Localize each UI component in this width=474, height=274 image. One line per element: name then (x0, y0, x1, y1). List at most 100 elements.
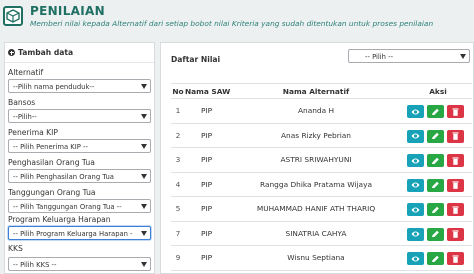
add-data-title: Tambah data (18, 48, 74, 57)
table-row: 1 PIP Ananda H (171, 99, 472, 124)
select-kks-value: -- Pilih KKS -- (13, 260, 57, 269)
score-list-panel: Daftar Nilai -- Pilih -- No Nama SAW Nam… (160, 42, 474, 274)
row-alternative-name: Ananda H (297, 106, 335, 115)
chevron-down-icon (141, 114, 147, 119)
page-header: PENILAIAN Memberi nilai kepada Alternati… (0, 0, 474, 36)
chevron-down-icon (460, 54, 466, 59)
add-data-panel: Tambah data Alternatif --Pilih nama pend… (4, 42, 155, 274)
table-row: 4 PIP Rangga Dhika Pratama Wijaya (171, 173, 472, 197)
column-header-alternatif: Nama Alternatif (282, 87, 350, 96)
row-actions (407, 154, 469, 167)
chevron-down-icon (141, 262, 147, 267)
row-saw-name: PIP (200, 106, 213, 115)
row-saw-name: PIP (200, 155, 213, 164)
delete-button[interactable] (447, 178, 464, 192)
select-bansos[interactable]: --Pilih-- (8, 109, 151, 123)
row-actions (407, 105, 469, 118)
edit-button[interactable] (427, 105, 444, 118)
chevron-down-icon (141, 174, 147, 179)
label-bansos: Bansos (8, 98, 36, 107)
chevron-down-icon (141, 84, 147, 89)
column-header-aksi: Aksi (429, 87, 447, 96)
column-header-saw: Nama SAW (185, 87, 231, 96)
table-row: 7 PIP SINATRIA CAHYA (171, 222, 472, 246)
row-saw-name: PIP (200, 179, 213, 189)
view-button[interactable] (407, 154, 424, 167)
row-alternative-name: SINATRIA CAHYA (285, 228, 347, 238)
table-row: 3 PIP ASTRI SRIWAHYUNI (171, 148, 472, 173)
label-penghasilan: Penghasilan Orang Tua (8, 158, 95, 167)
score-filter-value: -- Pilih -- (365, 52, 394, 61)
chevron-down-icon (141, 144, 147, 149)
select-bansos-value: --Pilih-- (13, 112, 37, 121)
label-penerima-kip: Penerima KIP (8, 128, 58, 137)
table-row: 5 PIP MUHAMMAD HANIF ATH THARIQ (171, 197, 472, 222)
view-button[interactable] (407, 178, 424, 192)
page-title: PENILAIAN (30, 4, 105, 18)
select-kks[interactable]: -- Pilih KKS -- (8, 257, 151, 271)
label-pkh: Program Keluarga Harapan (8, 215, 111, 224)
select-penerima-kip[interactable]: -- Pilih Penerima KIP -- (8, 139, 151, 153)
table-header-row: No Nama SAW Nama Alternatif Aksi (171, 83, 472, 99)
row-actions (407, 203, 469, 216)
plus-circle-icon (8, 49, 15, 56)
edit-button[interactable] (427, 252, 444, 265)
row-alternative-name: MUHAMMAD HANIF ATH THARIQ (256, 204, 376, 213)
page-subtitle: Memberi nilai kepada Alternatif dari set… (30, 19, 434, 28)
view-button[interactable] (407, 105, 424, 118)
row-number: 3 (175, 155, 181, 164)
label-kks: KKS (8, 244, 23, 253)
delete-button[interactable] (447, 203, 464, 216)
select-tanggungan-value: -- Pilih Tanggungan Orang Tua -- (13, 202, 122, 211)
view-button[interactable] (407, 129, 424, 143)
row-alternative-name: Wisnu Septiana (287, 253, 345, 262)
select-alternatif-value: --Pilih nama penduduk-- (13, 82, 95, 91)
score-list-title: Daftar Nilai (171, 55, 221, 64)
chevron-down-icon (141, 231, 147, 236)
chevron-down-icon (141, 204, 147, 209)
row-saw-name: PIP (200, 130, 213, 140)
select-tanggungan[interactable]: -- Pilih Tanggungan Orang Tua -- (8, 199, 151, 213)
edit-button[interactable] (427, 178, 444, 192)
row-number: 2 (175, 130, 181, 140)
row-saw-name: PIP (200, 228, 213, 238)
row-number: 4 (175, 179, 181, 189)
row-saw-name: PIP (200, 204, 213, 213)
row-actions (407, 129, 469, 143)
delete-button[interactable] (447, 252, 464, 265)
delete-button[interactable] (447, 227, 464, 241)
edit-button[interactable] (427, 227, 444, 241)
row-alternative-name: ASTRI SRIWAHYUNI (280, 155, 352, 164)
select-penghasilan[interactable]: -- Pilih Penghasilan Orang Tua (8, 169, 151, 183)
row-number: 9 (175, 253, 181, 262)
delete-button[interactable] (447, 154, 464, 167)
edit-button[interactable] (427, 129, 444, 143)
row-alternative-name: Rangga Dhika Pratama Wijaya (260, 179, 372, 189)
table-row: 2 PIP Anas Rizky Pebrian (171, 124, 472, 148)
app-root: PENILAIAN Memberi nilai kepada Alternati… (0, 0, 474, 274)
row-number: 7 (175, 228, 181, 238)
delete-button[interactable] (447, 129, 464, 143)
select-penghasilan-value: -- Pilih Penghasilan Orang Tua (13, 172, 114, 181)
view-button[interactable] (407, 203, 424, 216)
select-pkh-value: -- Pilih Program Keluarga Harapan - (13, 229, 133, 238)
add-data-header: Tambah data (5, 43, 154, 63)
edit-button[interactable] (427, 203, 444, 216)
view-button[interactable] (407, 252, 424, 265)
label-alternatif: Alternatif (8, 68, 44, 77)
select-alternatif[interactable]: --Pilih nama penduduk-- (8, 79, 151, 93)
delete-button[interactable] (447, 105, 464, 118)
select-penerima-kip-value: -- Pilih Penerima KIP -- (13, 142, 88, 151)
column-header-no: No (172, 87, 184, 96)
select-pkh[interactable]: -- Pilih Program Keluarga Harapan - (8, 226, 151, 240)
label-tanggungan: Tanggungan Orang Tua (8, 188, 96, 197)
score-filter-select[interactable]: -- Pilih -- (348, 49, 470, 63)
row-alternative-name: Anas Rizky Pebrian (280, 130, 351, 140)
row-actions (407, 178, 469, 192)
cube-icon (3, 6, 23, 26)
view-button[interactable] (407, 227, 424, 241)
row-actions (407, 227, 469, 241)
row-number: 5 (175, 204, 181, 213)
table-row: 9 PIP Wisnu Septiana (171, 246, 472, 271)
edit-button[interactable] (427, 154, 444, 167)
